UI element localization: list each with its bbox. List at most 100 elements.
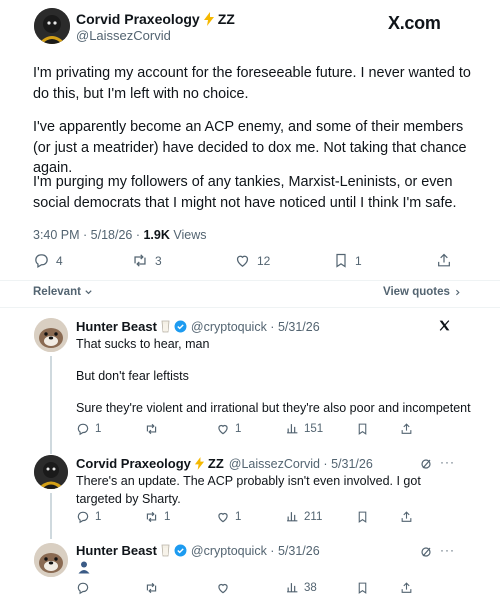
share-icon — [400, 422, 413, 436]
bookmark-button[interactable] — [356, 510, 369, 524]
post-paragraph: I'm privating my account for the foresee… — [33, 65, 471, 102]
repost-icon — [131, 252, 149, 269]
like-count: 1 — [235, 511, 242, 523]
lightning-icon — [203, 12, 215, 26]
reply-text-line: That sucks to hear, man — [76, 337, 210, 351]
glass-emoji-icon — [161, 544, 170, 557]
post-paragraph: I've apparently become an ACP enemy, and… — [33, 119, 467, 176]
x-logo-icon[interactable] — [438, 319, 451, 337]
bookmark-icon — [356, 581, 369, 595]
reply-handle-date[interactable]: @LaissezCorvid · 5/31/26 — [229, 457, 373, 471]
view-count: 38 — [304, 581, 317, 594]
bookmark-count: 1 — [355, 253, 362, 268]
heart-icon — [216, 422, 230, 436]
like-button[interactable]: 1 — [216, 510, 241, 524]
repost-button[interactable]: 3 — [131, 252, 162, 269]
heart-icon — [234, 252, 251, 269]
reply-count: 4 — [56, 253, 63, 268]
views-label: Views — [169, 228, 207, 242]
view-quotes-link[interactable]: View quotes — [383, 286, 462, 298]
reply-avatar[interactable] — [34, 543, 68, 577]
reply-avatar[interactable] — [34, 455, 68, 489]
reply-button[interactable]: 1 — [76, 510, 101, 524]
reply-text-line: But don't fear leftists — [76, 369, 189, 383]
chevron-down-icon — [84, 288, 93, 297]
reply-button[interactable]: 1 — [76, 422, 101, 436]
repost-icon — [144, 510, 159, 524]
repost-count: 1 — [164, 511, 171, 523]
share-button[interactable] — [400, 581, 413, 595]
repost-icon — [144, 422, 159, 436]
like-button[interactable] — [216, 581, 230, 595]
heart-icon — [216, 581, 230, 595]
repost-icon — [144, 581, 159, 595]
thread-line — [50, 356, 52, 454]
reply-count: 1 — [95, 423, 102, 435]
bookmark-icon — [356, 510, 369, 524]
more-options-icon[interactable]: ··· — [440, 455, 455, 469]
reply-display-name[interactable]: Hunter Beast — [76, 319, 157, 334]
site-link[interactable]: X.com — [388, 13, 441, 34]
reply-name-suffix: ZZ — [207, 456, 224, 471]
reply-icon — [76, 581, 90, 595]
bar-chart-icon — [286, 422, 299, 435]
reply-avatar[interactable] — [34, 318, 68, 352]
like-count: 12 — [257, 253, 271, 268]
repost-button[interactable]: 1 — [144, 510, 170, 524]
divider — [0, 307, 500, 308]
bookmark-button[interactable] — [356, 581, 369, 595]
like-button[interactable]: 1 — [216, 422, 241, 436]
lightning-icon — [194, 457, 205, 470]
views-button[interactable]: 151 — [286, 422, 323, 435]
post-timestamp[interactable]: 3:40 PM · 5/18/26 · — [33, 228, 143, 242]
more-options-icon[interactable]: ··· — [440, 543, 455, 557]
post-paragraph: I'm purging my followers of any tankies,… — [33, 174, 457, 211]
like-count: 1 — [235, 423, 242, 435]
like-button[interactable]: 12 — [234, 252, 270, 269]
view-count: 151 — [304, 422, 324, 435]
glass-emoji-icon — [161, 320, 170, 333]
divider — [0, 280, 500, 281]
reply-display-name[interactable]: Hunter Beast — [76, 543, 157, 558]
share-button[interactable] — [400, 510, 413, 524]
repost-button[interactable] — [144, 422, 164, 436]
repost-count: 3 — [155, 253, 162, 268]
views-button[interactable]: 211 — [286, 510, 322, 523]
verified-badge-icon — [174, 544, 187, 557]
reply-text-line: Sure they're violent and irrational but … — [76, 401, 471, 415]
view-quotes-label: View quotes — [383, 286, 450, 298]
reply-icon — [76, 510, 90, 524]
share-button[interactable] — [436, 252, 452, 269]
reply-handle-date[interactable]: @cryptoquick · 5/31/26 — [191, 544, 320, 558]
share-icon — [400, 510, 413, 524]
author-name-suffix: ZZ — [217, 11, 235, 27]
reply-icon — [33, 252, 50, 269]
repost-button[interactable] — [144, 581, 159, 595]
verified-badge-icon — [174, 320, 187, 333]
sort-dropdown[interactable]: Relevant — [33, 286, 93, 298]
thread-line — [50, 493, 52, 539]
bookmark-icon — [333, 252, 349, 269]
reply-button[interactable]: 4 — [33, 252, 63, 269]
site-label: X.com — [388, 13, 441, 33]
reply-count: 1 — [95, 511, 102, 523]
grok-icon[interactable] — [420, 545, 432, 563]
share-icon — [436, 252, 452, 269]
view-count: 1.9K — [143, 228, 170, 242]
reply-button[interactable] — [76, 581, 90, 595]
author-handle[interactable]: @LaissezCorvid — [76, 28, 171, 43]
reply-display-name[interactable]: Corvid Praxeology — [76, 456, 191, 471]
share-button[interactable] — [400, 422, 413, 436]
views-button[interactable]: 38 — [286, 581, 317, 594]
view-count: 211 — [304, 510, 323, 523]
bookmark-button[interactable] — [356, 422, 369, 436]
bookmark-button[interactable]: 1 — [333, 252, 362, 269]
chevron-right-icon — [454, 288, 462, 297]
author-display-name[interactable]: Corvid Praxeology — [76, 11, 200, 27]
sort-label: Relevant — [33, 286, 81, 298]
heart-icon — [216, 510, 230, 524]
reply-handle-date[interactable]: @cryptoquick · 5/31/26 — [191, 320, 320, 334]
author-avatar[interactable] — [34, 8, 70, 44]
bar-chart-icon — [286, 581, 299, 594]
bookmark-icon — [356, 422, 369, 436]
